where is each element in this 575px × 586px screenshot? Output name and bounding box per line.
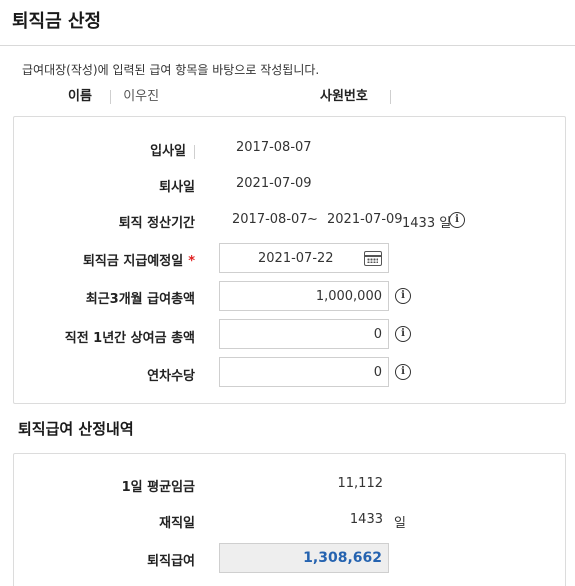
severance-result-card: 1일 평균임금 11,112 재직일 1433 일 퇴직급여 1,308,662 — [13, 453, 566, 586]
page-title: 퇴직금 산정 — [12, 11, 102, 32]
leave-allowance-value: 0 — [373, 365, 382, 380]
calendar-icon[interactable] — [364, 251, 382, 266]
employee-name-label: 이름 — [68, 89, 92, 104]
leave-allowance-label: 연차수당 — [147, 369, 195, 384]
employee-id-label: 사원번호 — [320, 89, 368, 104]
pay-date-input[interactable]: 2021-07-22 — [219, 243, 389, 273]
severance-label: 퇴직급여 — [147, 554, 195, 569]
employee-name-value: 이우진 — [123, 89, 160, 104]
salary-3month-input[interactable]: 1,000,000 — [219, 281, 389, 311]
avg-wage-label: 1일 평균임금 — [121, 480, 195, 495]
salary-3month-value: 1,000,000 — [315, 289, 382, 304]
retire-date-label: 퇴사일 — [159, 180, 195, 195]
settlement-period-label: 퇴직 정산기간 — [118, 216, 195, 231]
hire-date-label: 입사일 — [150, 140, 195, 159]
hire-date-value: 2017-08-07 — [236, 140, 312, 155]
period-days: 1433 일 — [402, 216, 452, 231]
tenure-value: 1433 — [349, 512, 383, 527]
info-note: 급여대장(작성)에 입력된 급여 항목을 바탕으로 작성됩니다. — [22, 63, 320, 77]
required-mark: * — [188, 254, 195, 269]
pay-date-value: 2021-07-22 — [258, 251, 334, 266]
salary-3month-label: 최근3개월 급여총액 — [85, 292, 195, 307]
severance-input-card: 입사일 2017-08-07 퇴사일 2021-07-09 퇴직 정산기간 20… — [13, 116, 566, 404]
divider — [389, 89, 391, 104]
tenure-label: 재직일 — [159, 516, 195, 531]
result-section-title: 퇴직급여 산정내역 — [18, 420, 134, 438]
retire-date-value: 2021-07-09 — [236, 176, 312, 191]
bonus-total-value: 0 — [373, 327, 382, 342]
period-end: 2021-07-09 — [327, 212, 403, 227]
divider — [110, 89, 112, 104]
severance-total-field: 1,308,662 — [219, 543, 389, 573]
tenure-unit: 일 — [394, 516, 406, 531]
employee-id-row: 사원번호 — [320, 85, 391, 105]
pay-date-label: 퇴직금 지급예정일 * — [82, 254, 195, 269]
employee-name-row: 이름 이우진 — [68, 85, 159, 105]
salary-info-icon[interactable]: i — [395, 288, 411, 304]
bonus-total-input[interactable]: 0 — [219, 319, 389, 349]
leave-info-icon[interactable]: i — [395, 364, 411, 380]
avg-wage-value: 11,112 — [337, 476, 384, 491]
leave-allowance-input[interactable]: 0 — [219, 357, 389, 387]
period-tilde: ~ — [307, 212, 318, 227]
period-info-icon[interactable]: i — [449, 212, 465, 228]
bonus-total-label: 직전 1년간 상여금 총액 — [64, 331, 195, 346]
page-header: 퇴직금 산정 — [0, 0, 575, 46]
period-start: 2017-08-07 — [232, 212, 308, 227]
severance-total-value: 1,308,662 — [303, 550, 382, 566]
bonus-info-icon[interactable]: i — [395, 326, 411, 342]
